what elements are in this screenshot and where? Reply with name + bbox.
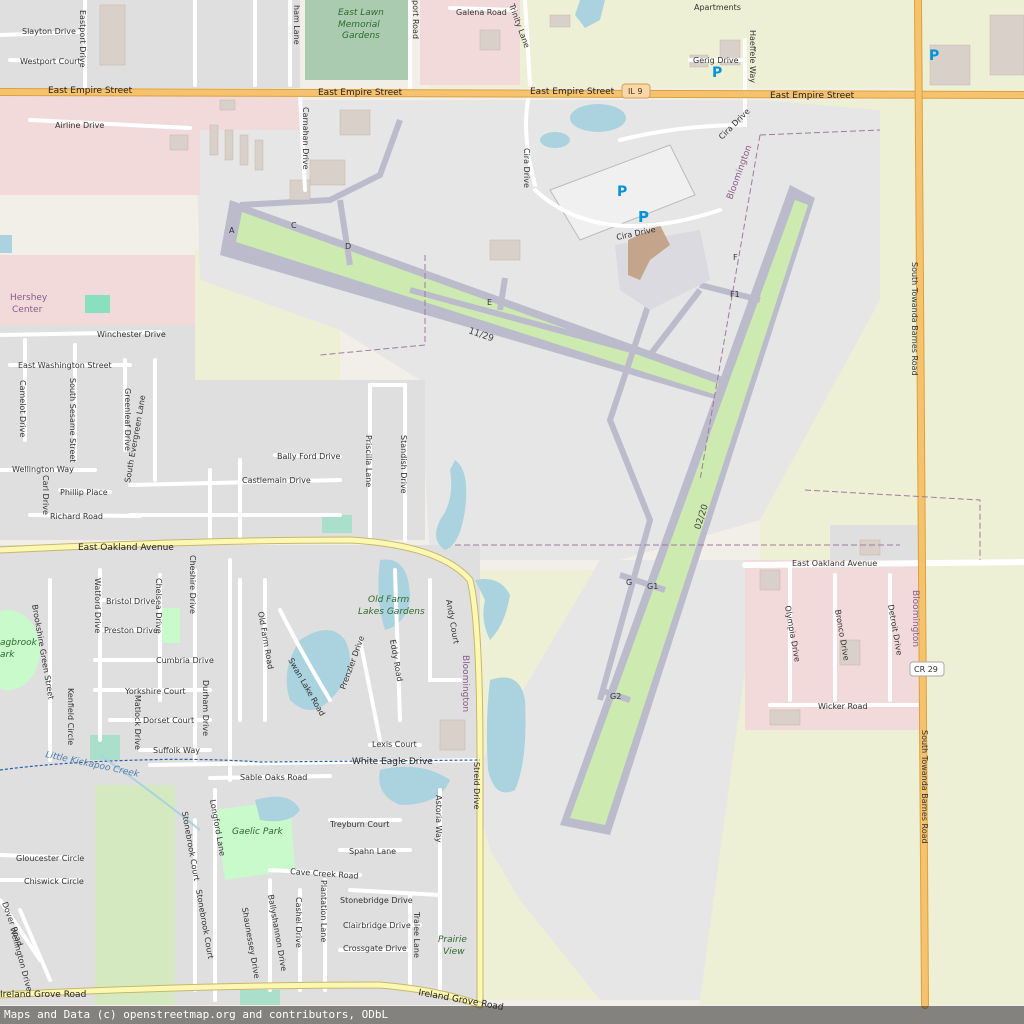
label-tw-d: D xyxy=(345,242,351,251)
il9-shield: IL 9 xyxy=(628,87,642,96)
label-cumbria: Cumbria Drive xyxy=(156,656,214,665)
label-lawn-3: Gardens xyxy=(342,31,380,41)
label-prairie-2: View xyxy=(443,947,465,957)
label-astoria: Astoria Way xyxy=(434,795,443,843)
label-phillip: Phillip Place xyxy=(60,488,108,497)
label-bloom-3: Bloomington xyxy=(910,590,920,647)
label-tw-a: A xyxy=(229,226,235,235)
label-hershey-1: Hershey xyxy=(10,293,48,303)
label-cheshire: Cheshire Drive xyxy=(188,555,197,614)
label-crossgate: Crossgate Drive xyxy=(343,944,407,953)
label-cira-1: Cira Drive xyxy=(522,148,531,188)
label-matlock: Matlock Drive xyxy=(133,695,142,750)
label-empire-1: East Empire Street xyxy=(48,86,133,96)
label-eastport-rd: port Road xyxy=(411,0,420,39)
label-tw-f: F xyxy=(733,253,738,262)
cr29-shield: CR 29 xyxy=(914,665,938,674)
map-canvas[interactable]: P P P P IL 9 CR 29 Slayton Drive Westpor… xyxy=(0,0,1024,1024)
label-preston: Preston Drive xyxy=(104,626,158,635)
label-gaelic: Gaelic Park xyxy=(232,827,283,837)
label-ruffbrook-2: ark xyxy=(0,650,15,660)
label-tw-g: G xyxy=(626,578,632,587)
label-apartments: Apartments xyxy=(694,3,741,12)
label-westport-ct: Westport Court xyxy=(20,57,81,66)
label-e-washington: East Washington Street xyxy=(18,361,112,370)
label-streid: Streid Drive xyxy=(472,762,481,810)
label-gloucester: Gloucester Circle xyxy=(16,854,84,863)
label-towanda-1: South Towanda Barnes Road xyxy=(910,262,919,376)
label-cashel: Cashel Drive xyxy=(294,897,303,948)
label-towanda-2: South Towanda Barnes Road xyxy=(920,730,929,844)
label-empire-3: East Empire Street xyxy=(530,87,615,97)
label-chiswick: Chiswick Circle xyxy=(24,877,84,886)
label-camelot: Camelot Drive xyxy=(18,380,27,437)
parking-icon-1: P xyxy=(617,184,627,200)
label-carnahan: Carnahan Drive xyxy=(301,107,310,170)
label-bristol: Bristol Drive xyxy=(106,597,155,606)
label-suffolk: Suffolk Way xyxy=(153,746,200,755)
label-hamlane: ham Lane xyxy=(292,5,301,45)
label-lexis: Lexis Court xyxy=(372,740,417,749)
label-white-eagle: White Eagle Drive xyxy=(352,757,433,767)
label-sable-oaks: Sable Oaks Road xyxy=(240,773,307,782)
parking-icon-3: P xyxy=(712,65,722,81)
label-slayton: Slayton Drive xyxy=(22,27,76,36)
label-bally-ford: Bally Ford Drive xyxy=(277,452,341,461)
label-spahn: Spahn Lane xyxy=(349,847,396,856)
label-hershey-2: Center xyxy=(12,305,43,315)
label-empire-2: East Empire Street xyxy=(318,88,403,98)
label-old-farm-1: Old Farm xyxy=(368,595,410,605)
label-watford: Watford Drive xyxy=(93,578,102,633)
label-tw-g2: G2 xyxy=(610,692,621,701)
label-richard: Richard Road xyxy=(50,512,103,521)
parking-icon-4: P xyxy=(929,48,939,64)
label-treyburn: Treyburn Court xyxy=(329,820,389,829)
label-carl: Carl Drive xyxy=(41,475,50,515)
label-empire-4: East Empire Street xyxy=(770,91,855,101)
label-kenfield: Kenfield Circle xyxy=(66,688,75,745)
map-attribution[interactable]: Maps and Data (c) openstreetmap.org and … xyxy=(0,1006,1024,1024)
label-durham: Durham Drive xyxy=(201,680,210,736)
label-stonebridge: Stonebridge Drive xyxy=(340,896,413,905)
label-tralee: Tralee Lane xyxy=(412,911,421,958)
label-wicker: Wicker Road xyxy=(818,702,868,711)
label-tw-e: E xyxy=(487,298,492,307)
label-oakland-2: East Oakland Avenue xyxy=(792,559,877,568)
label-chelsea: Chelsea Drive xyxy=(154,578,163,634)
label-tw-g1: G1 xyxy=(647,582,658,591)
label-plantation: Plantation Lane xyxy=(319,880,328,942)
label-castlemain: Castlemain Drive xyxy=(242,476,311,485)
label-airline: Airline Drive xyxy=(55,121,104,130)
label-eastport: Eastport Drive xyxy=(78,10,87,68)
label-lawn-1: East Lawn xyxy=(338,8,384,18)
label-gerig: Gerig Drive xyxy=(693,56,739,65)
label-old-farm-2: Lakes Gardens xyxy=(358,607,425,617)
label-prairie-1: Prairie xyxy=(438,935,467,945)
label-s-sesame: South Sesame Street xyxy=(68,378,77,462)
label-wellington: Wellington Way xyxy=(12,465,74,474)
label-oakland-1: East Oakland Avenue xyxy=(78,543,174,553)
label-ruffbrook-1: agbrook xyxy=(0,638,38,648)
label-priscilla: Priscilla Lane xyxy=(364,435,373,487)
label-tw-c: C xyxy=(291,221,297,230)
label-bloom-2: Bloomington xyxy=(460,655,470,712)
label-lawn-2: Memorial xyxy=(338,20,380,30)
parking-icon-2: P xyxy=(638,208,649,226)
label-dorset: Dorset Court xyxy=(143,716,194,725)
label-ireland-1: Ireland Grove Road xyxy=(0,990,86,1000)
label-winchester: Winchester Drive xyxy=(97,330,166,339)
label-clairbridge: Clairbridge Drive xyxy=(343,921,411,930)
label-galena: Galena Road xyxy=(456,8,507,17)
label-haeffele: Haeffele Way xyxy=(748,30,757,83)
label-tw-f1: F1 xyxy=(730,290,740,299)
label-standish: Standish Drive xyxy=(399,435,408,494)
